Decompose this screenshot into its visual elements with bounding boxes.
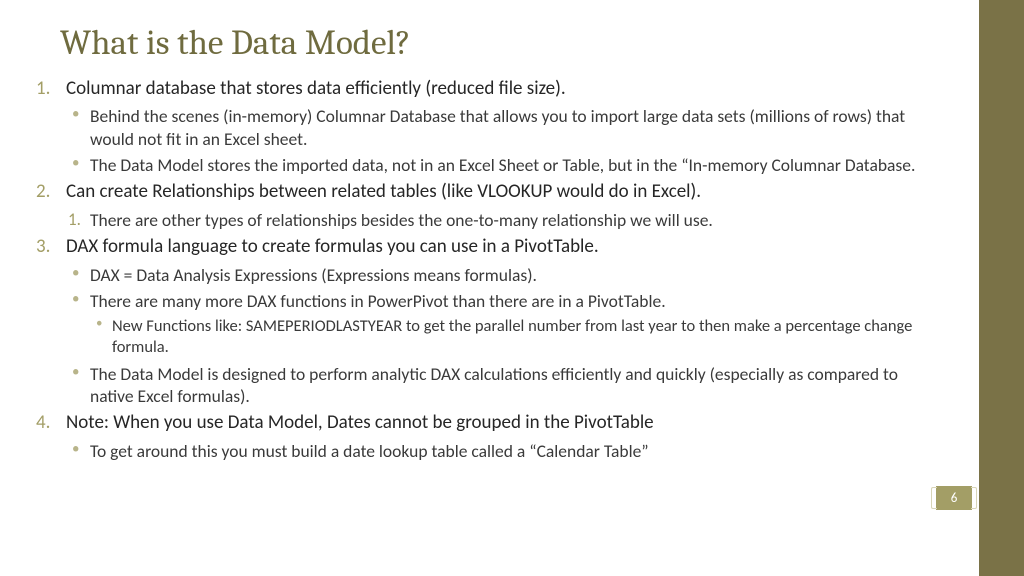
sub-list: Behind the scenes (in-memory) Columnar D… <box>66 105 927 176</box>
slide-title: What is the Data Model? <box>60 22 927 63</box>
sub-item-text: Behind the scenes (in-memory) Columnar D… <box>90 105 905 149</box>
sub-item: Behind the scenes (in-memory) Columnar D… <box>66 105 927 150</box>
sub-item-text: There are many more DAX functions in Pow… <box>90 290 666 312</box>
sub-item: DAX = Data Analysis Expressions (Express… <box>66 264 927 286</box>
slide-content: What is the Data Model? Columnar databas… <box>0 0 975 576</box>
sub-item: There are other types of relationships b… <box>66 209 927 231</box>
sub-item-text: There are other types of relationships b… <box>90 209 713 231</box>
sub-sub-item-text: New Functions like: SAMEPERIODLASTYEAR t… <box>112 316 912 357</box>
list-item-text: Note: When you use Data Model, Dates can… <box>66 411 654 434</box>
sub-item-text: The Data Model stores the imported data,… <box>90 154 915 176</box>
sub-item-text: To get around this you must build a date… <box>90 440 649 462</box>
list-item-text: Columnar database that stores data effic… <box>66 77 566 100</box>
sub-item-text: DAX = Data Analysis Expressions (Express… <box>90 264 537 286</box>
page-number-badge: 6 <box>936 486 972 510</box>
sub-item: The Data Model stores the imported data,… <box>66 154 927 176</box>
side-accent-bar <box>979 0 1024 576</box>
main-list: Columnar database that stores data effic… <box>66 77 927 462</box>
sub-sub-item: New Functions like: SAMEPERIODLASTYEAR t… <box>90 316 927 358</box>
sub-list: DAX = Data Analysis Expressions (Express… <box>66 264 927 408</box>
sub-item: The Data Model is designed to perform an… <box>66 363 927 408</box>
list-item-text: Can create Relationships between related… <box>66 180 701 203</box>
sub-item: To get around this you must build a date… <box>66 440 927 462</box>
list-item: Can create Relationships between related… <box>66 180 927 231</box>
list-item: Columnar database that stores data effic… <box>66 77 927 176</box>
bracket-right-decoration <box>971 487 977 509</box>
list-item-text: DAX formula language to create formulas … <box>66 235 599 258</box>
sub-list: To get around this you must build a date… <box>66 440 927 462</box>
list-item: Note: When you use Data Model, Dates can… <box>66 411 927 462</box>
page-number: 6 <box>951 491 958 506</box>
list-item: DAX formula language to create formulas … <box>66 235 927 407</box>
sub-sub-list: New Functions like: SAMEPERIODLASTYEAR t… <box>90 316 927 358</box>
sub-item-text: The Data Model is designed to perform an… <box>90 363 898 407</box>
sub-list: There are other types of relationships b… <box>66 209 927 231</box>
sub-item: There are many more DAX functions in Pow… <box>66 290 927 359</box>
bracket-left-decoration <box>931 487 937 509</box>
